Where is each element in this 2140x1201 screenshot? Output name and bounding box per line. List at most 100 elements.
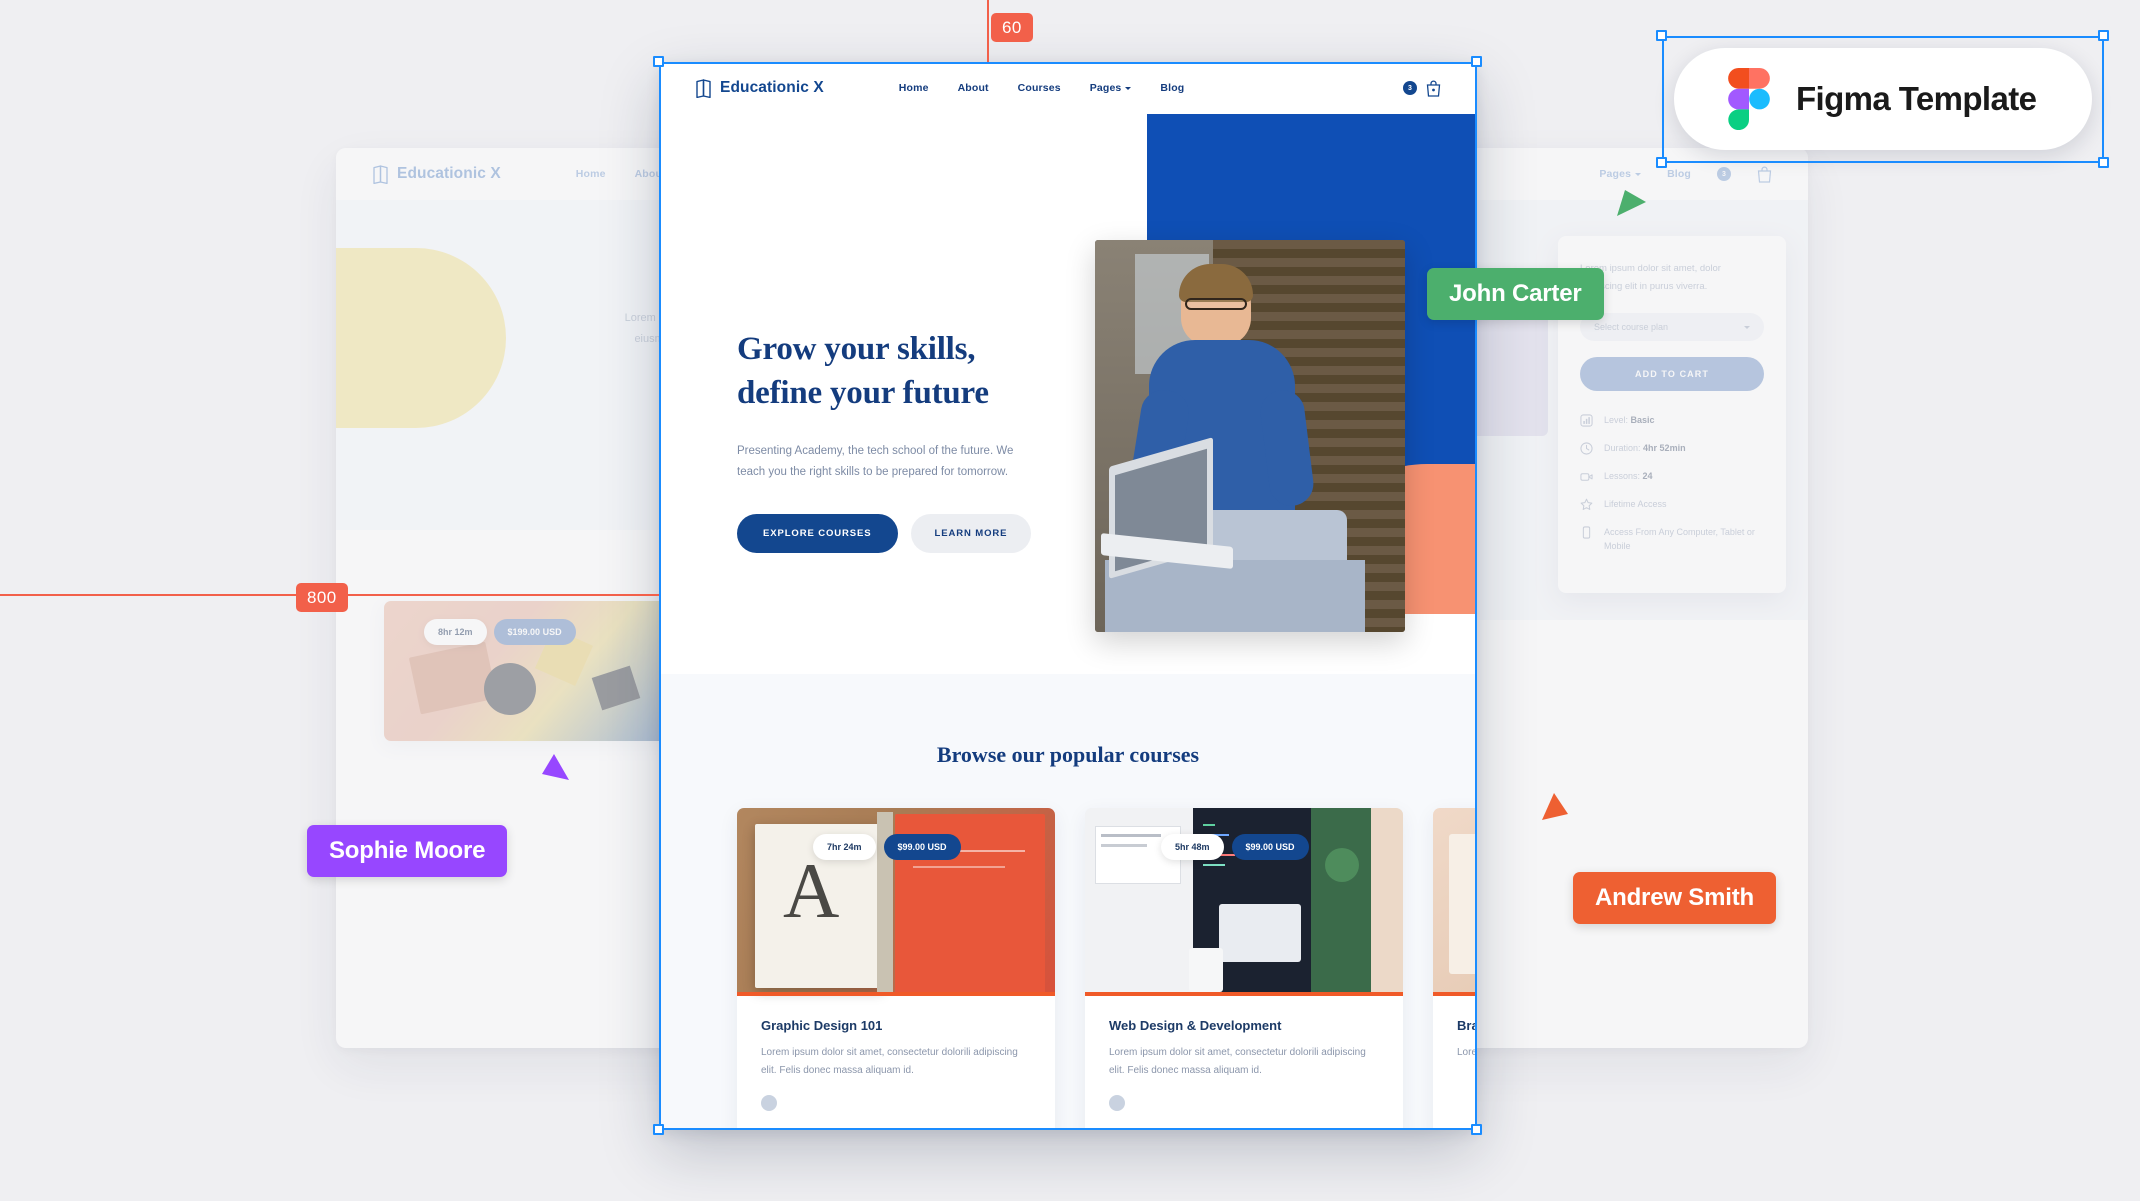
measure-label-800: 800	[296, 583, 348, 613]
video-camera-icon	[1580, 473, 1593, 481]
card-pills: 5hr 48m $99.00 USD	[1161, 834, 1309, 860]
chevron-down-icon	[1744, 325, 1750, 329]
course-card-intro: Lorem ipsum dolor sit amet, dolor adipis…	[1580, 263, 1721, 292]
feature-level: Level: Basic	[1580, 413, 1764, 428]
card-price-badge: $99.00 USD	[883, 834, 961, 860]
card-pills: 7hr 24m $99.00 USD	[813, 834, 961, 860]
card-accent-stripe	[737, 992, 1055, 996]
feature-lifetime-access: Lifetime Access	[1580, 497, 1764, 512]
add-to-cart-button[interactable]: ADD TO CART	[1580, 357, 1764, 392]
hero-copy: Grow your skills, define your future Pre…	[737, 328, 1067, 554]
card-duration-badge: 7hr 24m	[813, 834, 876, 860]
course-card[interactable]: A 7hr 24m $99.00 USD Graphic Design 101	[737, 808, 1055, 1130]
card-price-badge: $99.00 USD	[1231, 834, 1309, 860]
main-navlinks: Home About Courses Pages Blog	[899, 82, 1185, 94]
feature-duration-value: 4hr 52min	[1643, 442, 1686, 453]
list-item[interactable]: 8hr 12m $199.00 USD	[384, 601, 674, 741]
card-accent-stripe	[1433, 992, 1477, 996]
courses-section: Browse our popular courses A 7hr 24m $99…	[659, 674, 1477, 1130]
feature-duration: Duration: 4hr 52min	[1580, 441, 1764, 456]
nav-item-blog[interactable]: Blog	[1160, 82, 1184, 94]
page-title: Grow your skills, define your future	[737, 328, 1067, 415]
right-nav-blog[interactable]: Blog	[1667, 168, 1691, 180]
feature-level-label: Level:	[1604, 415, 1629, 426]
card-accent-stripe	[1085, 992, 1403, 996]
card-body: Web Design & Development Lorem ipsum dol…	[1085, 996, 1403, 1130]
measure-label-60: 60	[991, 13, 1033, 43]
feature-level-text: Level: Basic	[1604, 413, 1655, 428]
left-panel-brand: Educationic X	[372, 164, 501, 184]
figma-logo-icon	[1728, 68, 1770, 130]
main-navbar: Educationic X Home About Courses Pages B…	[659, 62, 1477, 114]
course-card[interactable]: 5hr 48m $99.00 USD Web Design & Developm…	[1085, 808, 1403, 1130]
chart-bars-icon	[1580, 414, 1593, 427]
cursor-andrew-smith	[1542, 793, 1568, 820]
hero-section: Grow your skills, define your future Pre…	[659, 114, 1477, 674]
resize-handle-top-right[interactable]	[1471, 56, 1482, 67]
cursor-john-carter	[1617, 190, 1646, 216]
badge-resize-handle-top-left[interactable]	[1656, 30, 1667, 41]
card-pills: 8hr 12m $199.00 USD	[424, 619, 576, 645]
card-description: Lorem ipsum dolor sit amet, consectetur …	[761, 1047, 1018, 1076]
left-panel-navlinks: Home About	[576, 168, 666, 180]
learn-more-button[interactable]: LEARN MORE	[910, 514, 1032, 554]
feature-duration-label: Duration:	[1604, 442, 1641, 453]
card-title: Graphic Design 101	[761, 1018, 883, 1033]
nav-item-about[interactable]: About	[958, 82, 989, 94]
resize-handle-top-left[interactable]	[653, 56, 664, 67]
chevron-down-icon	[1125, 86, 1132, 90]
feature-level-value: Basic	[1630, 415, 1655, 426]
left-panel-brand-name: Educationic X	[397, 165, 501, 182]
nav-item-home[interactable]: Home	[899, 82, 929, 94]
card-footer	[761, 1095, 1031, 1111]
card-description: Lorem	[1457, 1047, 1477, 1058]
collaborator-tag-john-carter: John Carter	[1427, 268, 1604, 320]
card-price-badge: $199.00 USD	[493, 619, 576, 645]
man-with-laptop-photo	[1095, 240, 1405, 632]
shopping-bag-icon[interactable]	[1757, 166, 1772, 183]
feature-lessons-label: Lessons:	[1604, 470, 1641, 481]
explore-courses-button[interactable]: EXPLORE COURSES	[737, 514, 898, 554]
hero-button-group: EXPLORE COURSES LEARN MORE	[737, 514, 1067, 554]
star-icon	[1580, 498, 1593, 510]
desk-devices-photo: 5hr 48m $99.00 USD	[1085, 808, 1403, 996]
feature-duration-text: Duration: 4hr 52min	[1604, 441, 1686, 456]
right-nav-pages[interactable]: Pages	[1599, 168, 1642, 180]
resize-handle-bottom-right[interactable]	[1471, 1124, 1482, 1135]
shopping-bag-icon[interactable]	[1426, 79, 1441, 97]
figma-template-badge[interactable]: Figma Template	[1674, 48, 2092, 150]
hero-paragraph: Presenting Academy, the tech school of t…	[737, 445, 1014, 478]
figma-template-label: Figma Template	[1796, 80, 2037, 117]
cart-count-badge: 3	[1403, 81, 1417, 95]
cursor-sophie-moore	[542, 754, 569, 780]
course-card[interactable]: Brand Lorem	[1433, 808, 1477, 1130]
measure-line-top	[987, 0, 989, 62]
courses-heading: Browse our popular courses	[936, 742, 1200, 767]
badge-resize-handle-bottom-left[interactable]	[1656, 157, 1667, 168]
notebook-photo	[1433, 808, 1477, 996]
nav-item-pages[interactable]: Pages	[1090, 82, 1132, 94]
main-brand[interactable]: Educationic X	[695, 78, 824, 98]
main-preview-panel[interactable]: Educationic X Home About Courses Pages B…	[659, 62, 1477, 1130]
nav-item-courses[interactable]: Courses	[1018, 82, 1061, 94]
design-flatlay-photo: 8hr 12m $199.00 USD	[384, 601, 674, 741]
course-plan-select[interactable]: Select course plan	[1580, 313, 1764, 342]
right-nav-pages-label: Pages	[1599, 168, 1632, 180]
feature-lessons-value: 24	[1642, 470, 1653, 481]
resize-handle-bottom-left[interactable]	[653, 1124, 664, 1135]
left-nav-home[interactable]: Home	[576, 168, 606, 180]
hero-heading-line2: define your future	[737, 374, 989, 411]
card-body: Brand Lorem	[1433, 996, 1477, 1088]
feature-device-label: Access From Any Computer, Tablet or Mobi…	[1604, 526, 1755, 552]
right-cart-badge: 3	[1717, 167, 1731, 181]
badge-resize-handle-bottom-right[interactable]	[2098, 157, 2109, 168]
card-duration-badge: 5hr 48m	[1161, 834, 1224, 860]
course-plan-select-value: Select course plan	[1594, 322, 1669, 333]
chevron-down-icon	[1635, 172, 1642, 176]
badge-resize-handle-top-right[interactable]	[2098, 30, 2109, 41]
feature-device-access: Access From Any Computer, Tablet or Mobi…	[1580, 525, 1764, 555]
clock-icon	[1580, 442, 1593, 455]
nav-item-pages-label: Pages	[1089, 82, 1122, 94]
card-title: Web Design & Development	[1109, 1018, 1282, 1033]
letter-a-sketchbook-photo: A 7hr 24m $99.00 USD	[737, 808, 1055, 996]
